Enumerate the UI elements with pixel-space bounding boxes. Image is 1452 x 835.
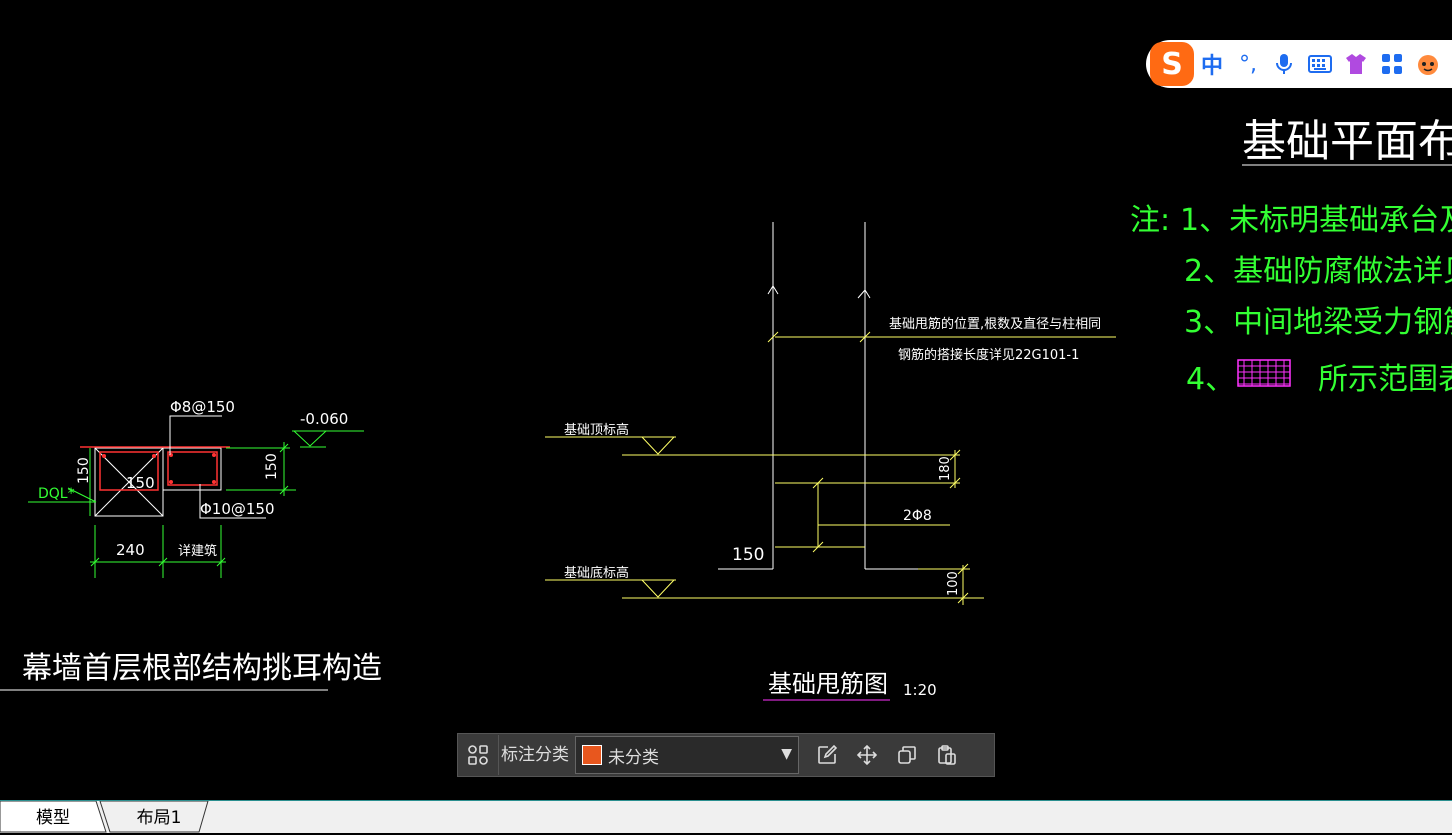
annotation-toolbar: 标注分类 未分类 ▼ — [457, 733, 995, 777]
rebar-note-1: 基础甩筋的位置,根数及直径与柱相同 — [889, 316, 1101, 332]
paste-icon[interactable] — [927, 735, 967, 775]
cad-drawing-canvas[interactable]: Φ8@150 -0.060 150 Φ10@150 240 详建筑 150 15… — [0, 0, 1452, 800]
lang-toggle[interactable]: 中 — [1194, 46, 1230, 82]
top-elev-label: 基础顶标高 — [564, 422, 629, 438]
note-2: 2、基础防腐做法详见结构说 — [1184, 254, 1452, 289]
layout-tab-bar: 模型 布局1 — [0, 800, 1452, 833]
note-1: 1、未标明基础承台及地梁顶标 — [1180, 203, 1452, 238]
sogou-logo-icon[interactable]: S — [1150, 42, 1194, 86]
ime-toolbar[interactable]: S 中 °, — [1146, 40, 1452, 88]
center-detail-title: 基础甩筋图 — [768, 670, 888, 698]
plan-title: 基础平面布置图 — [1242, 116, 1452, 167]
note-4: 4、 — [1186, 362, 1235, 397]
right-vertical-dim: 150 — [264, 453, 280, 480]
category-selected-value: 未分类 — [608, 747, 659, 768]
elev-label: -0.060 — [300, 410, 348, 428]
chevron-down-icon[interactable]: ▼ — [781, 746, 792, 762]
annotation-category-label: 标注分类 — [498, 735, 575, 775]
dim-100-label: 100 — [946, 571, 961, 596]
hatch-pattern-swatch — [1237, 359, 1291, 387]
tab-layout1[interactable]: 布局1 — [120, 801, 198, 833]
notes-prefix: 注: — [1130, 203, 1170, 238]
dql-label: DQL* — [38, 486, 75, 502]
bars-label: 2Φ8 — [903, 508, 932, 524]
grid-icon[interactable] — [458, 735, 498, 775]
bottom-bar-label: Φ10@150 — [200, 500, 275, 518]
dim-180-label: 180 — [938, 456, 953, 481]
mascot-icon[interactable] — [1410, 46, 1446, 82]
inner-dim-label: 150 — [126, 474, 155, 492]
note-4-text: 所示范围表示厂 — [1318, 362, 1452, 397]
keyboard-icon[interactable] — [1302, 46, 1338, 82]
skin-icon[interactable] — [1338, 46, 1374, 82]
dim-ref-label: 详建筑 — [178, 543, 217, 559]
category-color-swatch — [582, 745, 602, 765]
left-detail-title: 幕墙首层根部结构挑耳构造 — [22, 651, 382, 686]
note-3: 3、中间地梁受力钢筋沿承台 — [1184, 305, 1452, 340]
dim-240-label: 240 — [116, 541, 145, 559]
microphone-icon[interactable] — [1266, 46, 1302, 82]
copy-icon[interactable] — [887, 735, 927, 775]
annotation-category-select[interactable]: 未分类 ▼ — [575, 736, 799, 774]
move-icon[interactable] — [847, 735, 887, 775]
rebar-note-2: 钢筋的搭接长度详见22G101-1 — [898, 347, 1079, 363]
tab-model[interactable]: 模型 — [20, 801, 86, 833]
punct-toggle[interactable]: °, — [1230, 46, 1266, 82]
scale-label: 1:20 — [903, 681, 937, 699]
edit-icon[interactable] — [807, 735, 847, 775]
top-bar-label: Φ8@150 — [170, 398, 235, 416]
dim-150-label: 150 — [732, 545, 764, 565]
bottom-elev-label: 基础底标高 — [564, 565, 629, 581]
apps-icon[interactable] — [1374, 46, 1410, 82]
left-vertical-dim: 150 — [76, 457, 92, 484]
